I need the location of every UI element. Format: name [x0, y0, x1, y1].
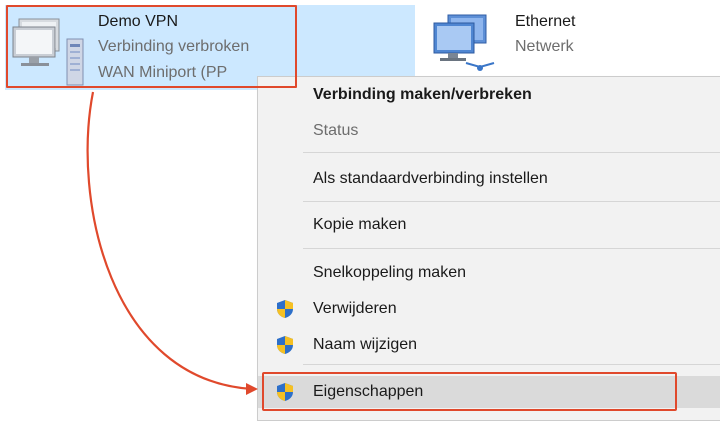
- menu-separator: [303, 201, 720, 202]
- uac-shield-icon: [275, 299, 295, 330]
- menu-item-label: Verwijderen: [313, 300, 397, 317]
- menu-separator: [303, 152, 720, 153]
- menu-item-label: Naam wijzigen: [313, 336, 418, 353]
- menu-item-label: Kopie maken: [313, 216, 407, 233]
- adapter-name: Ethernet: [515, 13, 576, 30]
- menu-item-label: Als standaardverbinding instellen: [313, 170, 548, 187]
- annotation-box-properties: [262, 372, 677, 411]
- menu-separator: [303, 364, 720, 365]
- annotation-box-adapter: [6, 5, 297, 88]
- menu-item-set-default[interactable]: Als standaardverbinding instellen: [258, 164, 720, 194]
- menu-item-delete[interactable]: Verwijderen: [258, 294, 720, 324]
- context-menu: Verbinding maken/verbreken Status Als st…: [257, 76, 720, 421]
- menu-separator: [303, 248, 720, 249]
- menu-item-label: Verbinding maken/verbreken: [313, 86, 532, 103]
- uac-shield-icon: [275, 335, 295, 366]
- menu-item-status: Status: [258, 116, 720, 146]
- menu-item-label: Snelkoppeling maken: [313, 264, 466, 281]
- ethernet-network-icon: [428, 13, 508, 78]
- adapter-status: Netwerk: [515, 38, 574, 55]
- menu-item-rename[interactable]: Naam wijzigen: [258, 330, 720, 360]
- menu-item-copy[interactable]: Kopie maken: [258, 210, 720, 240]
- menu-item-create-shortcut[interactable]: Snelkoppeling maken: [258, 258, 720, 288]
- menu-item-label: Status: [313, 122, 359, 139]
- menu-item-connect-disconnect[interactable]: Verbinding maken/verbreken: [258, 80, 720, 110]
